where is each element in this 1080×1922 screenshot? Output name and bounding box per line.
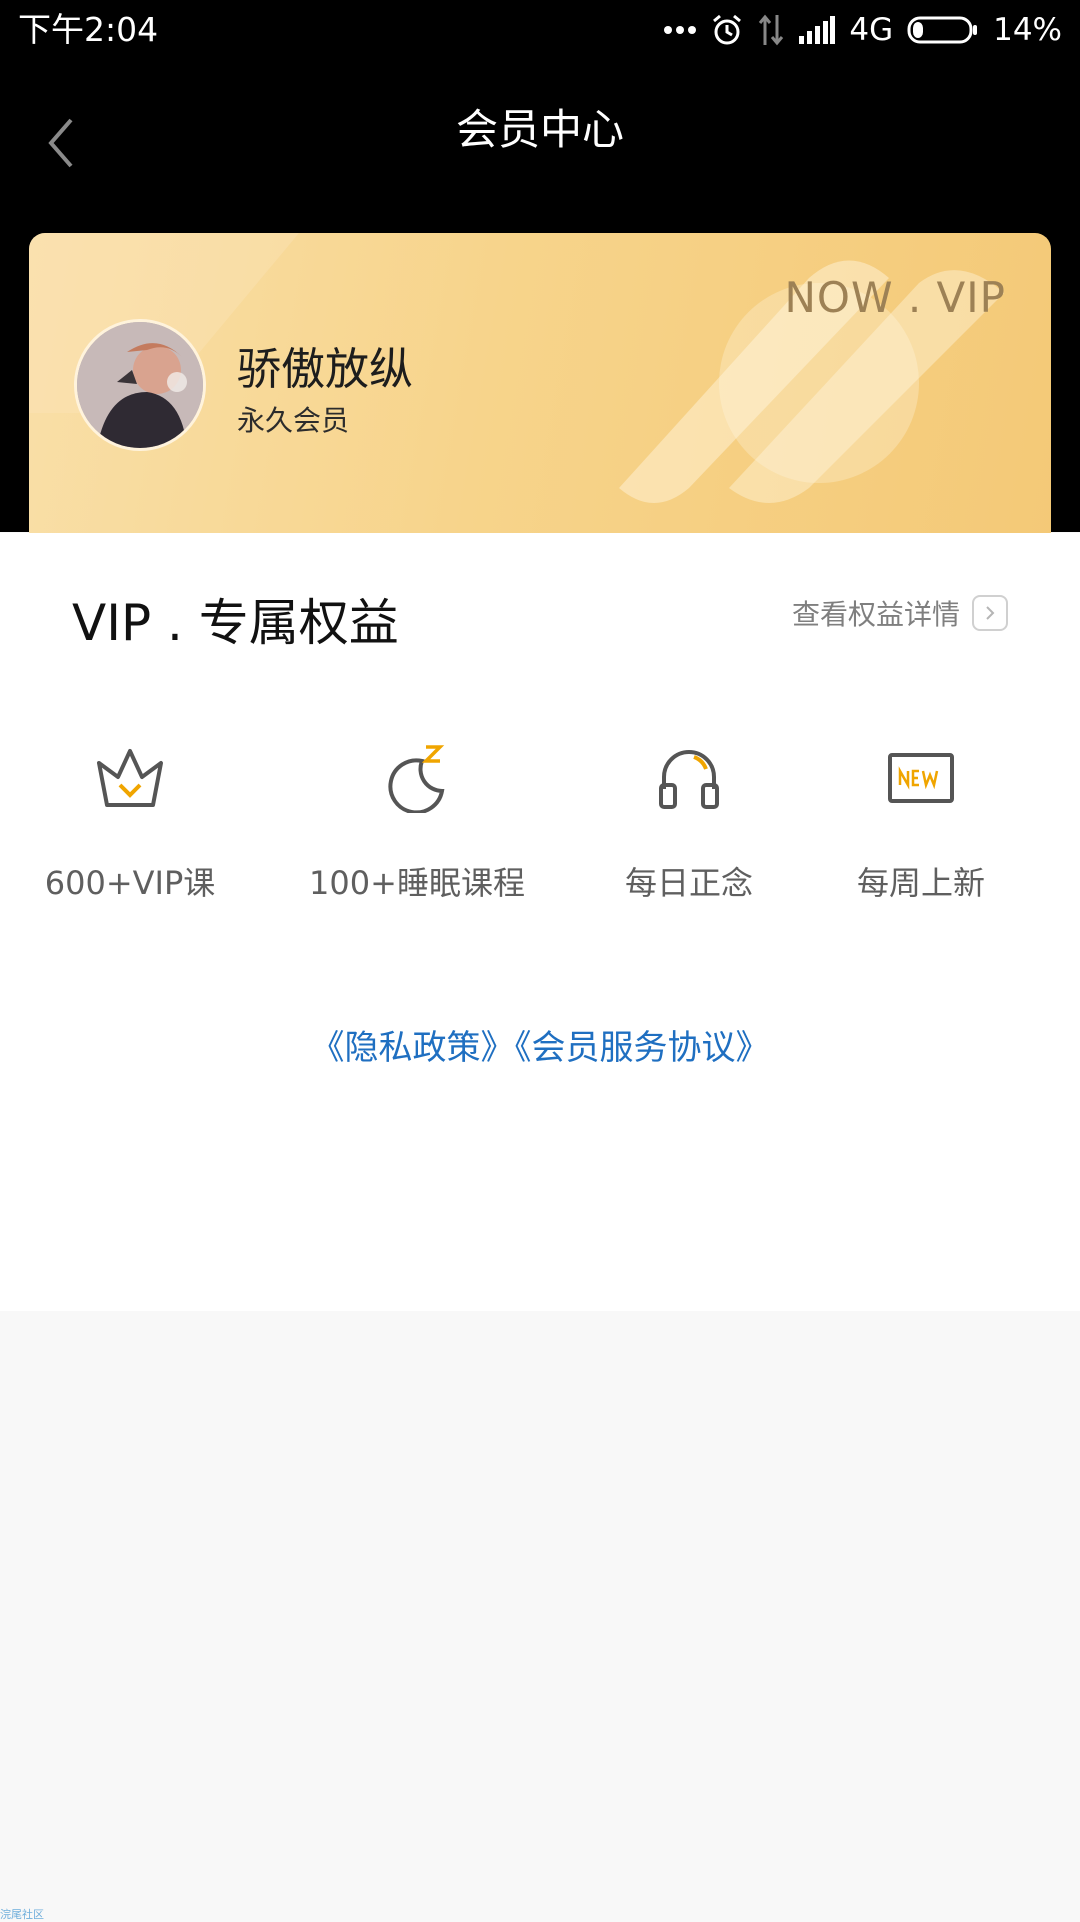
status-time: 下午2:04: [18, 10, 159, 49]
network-type: 4G: [849, 12, 894, 48]
benefit-sleep-courses[interactable]: 100+睡眠课程: [282, 733, 552, 905]
status-icons: 4G 14%: [663, 10, 1062, 50]
vip-tag: NOW . VIP: [784, 273, 1006, 322]
crown-icon: [97, 749, 163, 807]
status-bar: 下午2:04 4G 14%: [0, 0, 1080, 62]
benefit-label: 600+VIP课: [44, 864, 216, 902]
benefit-weekly-new[interactable]: 每周上新: [786, 733, 1056, 905]
battery-level: 14%: [993, 12, 1062, 48]
benefit-daily-mindfulness[interactable]: 每日正念: [554, 733, 824, 905]
benefit-label: 每日正念: [624, 864, 753, 902]
member-type: 永久会员: [237, 404, 350, 437]
view-benefits-detail-link[interactable]: 查看权益详情: [792, 593, 1008, 633]
section-title: VIP . 专属权益: [72, 594, 399, 652]
avatar-image-icon: [77, 322, 203, 448]
data-transfer-icon: [759, 14, 784, 46]
avatar[interactable]: [74, 319, 206, 451]
chevron-right-icon: [972, 595, 1008, 631]
more-dots-icon: [664, 26, 697, 34]
headphones-icon: [659, 750, 719, 809]
benefit-label: 100+睡眠课程: [309, 864, 525, 902]
privacy-policy-link[interactable]: 《隐私政策》: [311, 1028, 515, 1068]
membership-agreement-link[interactable]: 《会员服务协议》: [515, 1028, 770, 1068]
moon-sleep-icon: [388, 745, 445, 813]
page-title: 会员中心: [455, 105, 624, 154]
new-badge-icon: [888, 753, 954, 803]
signal-icon: [799, 16, 836, 44]
detail-link-label: 查看权益详情: [791, 598, 960, 631]
benefit-label: 每周上新: [856, 864, 985, 902]
user-name: 骄傲放纵: [237, 344, 413, 395]
vip-card: NOW . VIP 骄傲放纵 永久会员: [29, 233, 1051, 553]
battery-icon: [907, 16, 978, 44]
benefits-panel: VIP . 专属权益 查看权益详情 600+VIP课 100+睡眠课程 每日正念…: [0, 533, 1080, 1311]
benefit-vip-courses[interactable]: 600+VIP课: [0, 733, 265, 905]
alarm-icon: [713, 14, 742, 45]
agreement-links: 《隐私政策》《会员服务协议》: [0, 1020, 1080, 1069]
